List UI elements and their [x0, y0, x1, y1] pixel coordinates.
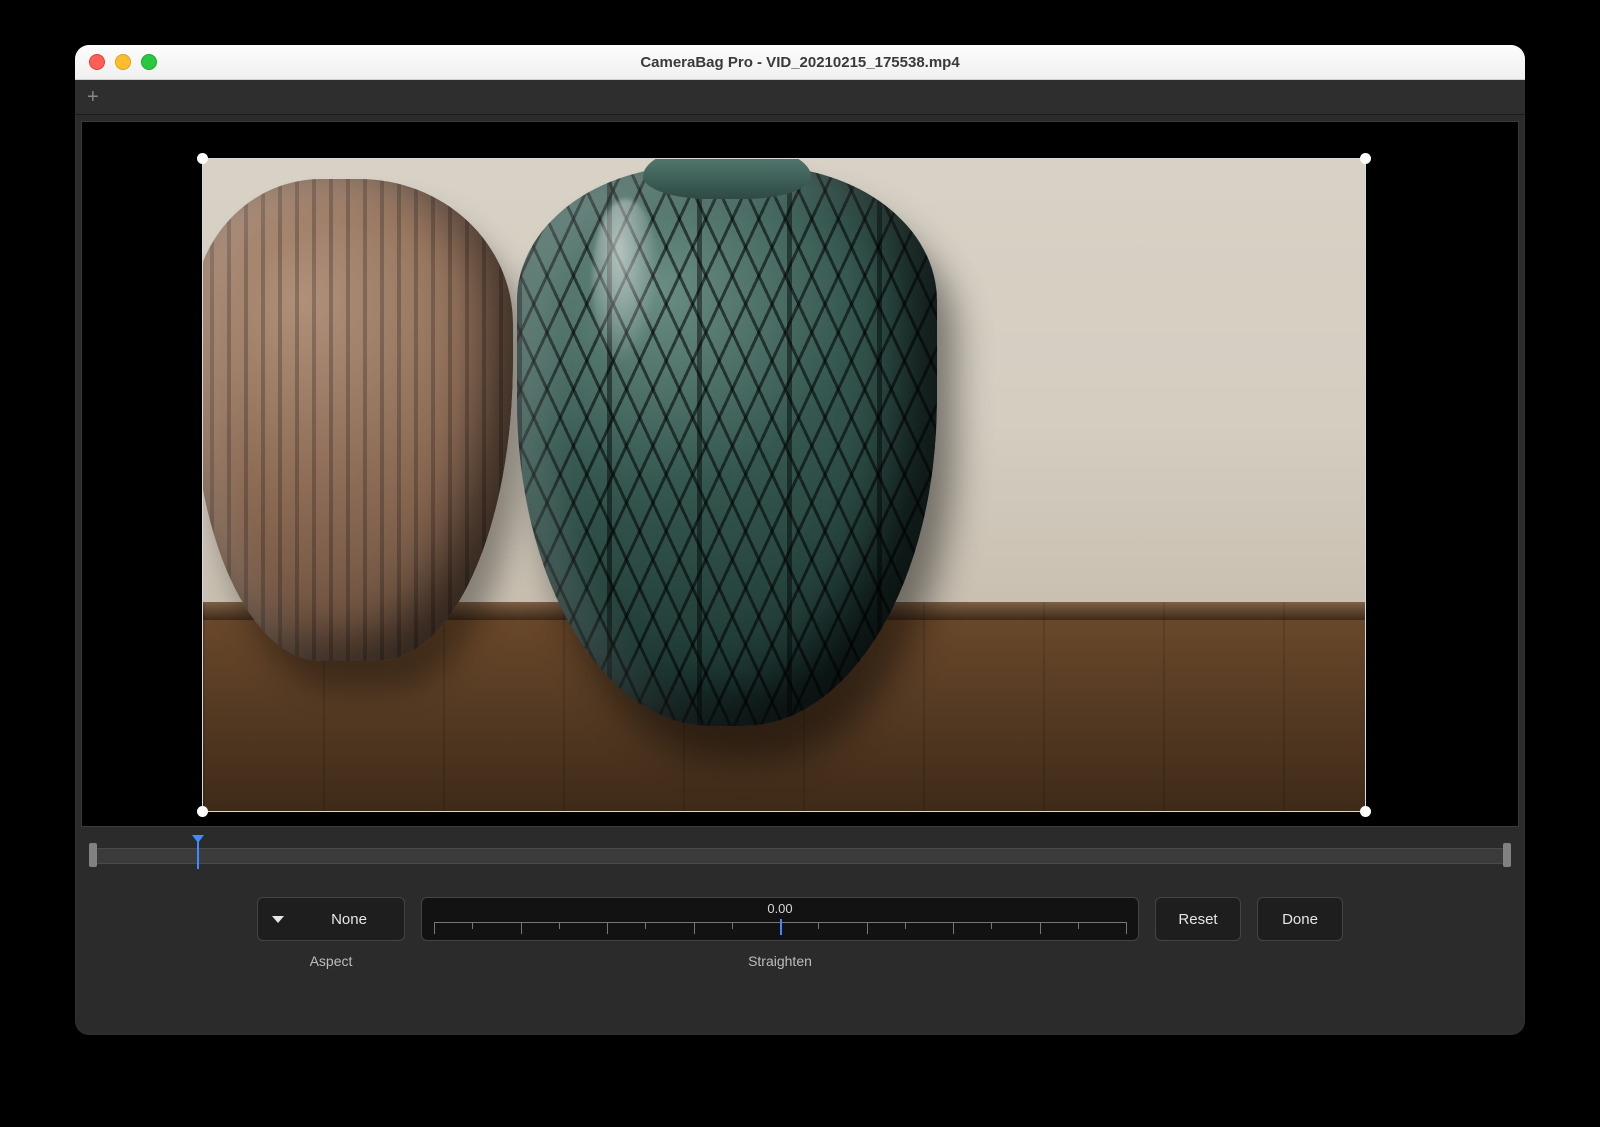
straighten-slider[interactable]: 0.00 [421, 897, 1139, 941]
chevron-down-icon [272, 916, 284, 923]
window-minimize-button[interactable] [115, 54, 131, 70]
straighten-scale [434, 922, 1126, 936]
timeline[interactable] [81, 837, 1519, 871]
timeline-playhead[interactable] [197, 837, 199, 869]
aspect-label: Aspect [310, 953, 353, 969]
app-window: CameraBag Pro - VID_20210215_175538.mp4 … [75, 45, 1525, 1035]
window-controls [75, 54, 157, 70]
window-zoom-button[interactable] [141, 54, 157, 70]
reset-button[interactable]: Reset [1155, 897, 1241, 941]
done-button-label: Done [1282, 911, 1318, 928]
crop-controls: None Aspect 0.00 Straighten Reset Done [75, 871, 1525, 969]
crop-frame[interactable] [202, 158, 1366, 812]
window-title: CameraBag Pro - VID_20210215_175538.mp4 [75, 54, 1525, 71]
crop-handle-bottom-right[interactable] [1360, 806, 1371, 817]
crop-handle-top-right[interactable] [1360, 153, 1371, 164]
done-button[interactable]: Done [1257, 897, 1343, 941]
straighten-label: Straighten [748, 953, 812, 969]
timeline-trim-start[interactable] [89, 843, 97, 867]
media-preview [203, 159, 1365, 811]
straighten-marker[interactable] [780, 919, 782, 935]
aspect-selected-value: None [308, 911, 390, 928]
timeline-trim-end[interactable] [1503, 843, 1511, 867]
titlebar: CameraBag Pro - VID_20210215_175538.mp4 [75, 45, 1525, 80]
tab-bar: + [75, 80, 1525, 115]
straighten-group: 0.00 Straighten [421, 897, 1139, 969]
new-tab-button[interactable]: + [75, 87, 111, 107]
crop-handle-bottom-left[interactable] [197, 806, 208, 817]
reset-button-label: Reset [1178, 911, 1217, 928]
aspect-dropdown[interactable]: None [257, 897, 405, 941]
window-close-button[interactable] [89, 54, 105, 70]
straighten-value: 0.00 [422, 901, 1138, 916]
timeline-track[interactable] [91, 848, 1509, 864]
aspect-group: None Aspect [257, 897, 405, 969]
crop-handle-top-left[interactable] [197, 153, 208, 164]
canvas [81, 121, 1519, 827]
